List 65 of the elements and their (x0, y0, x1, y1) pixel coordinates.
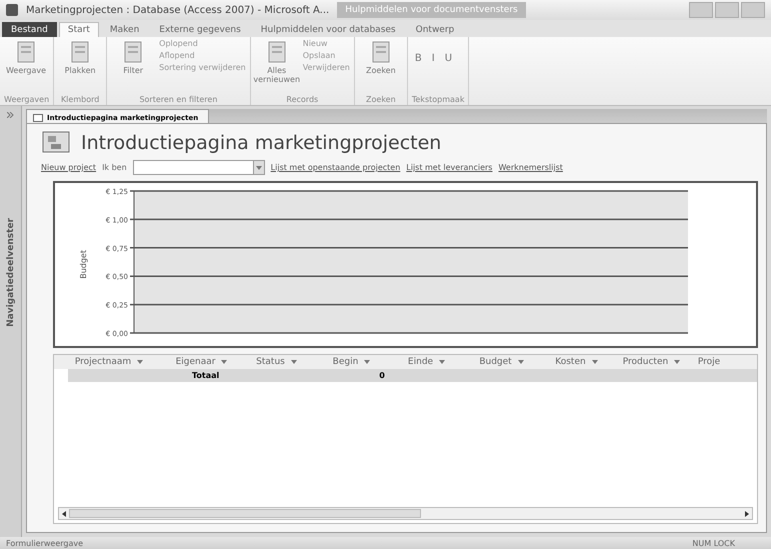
ribbon-button[interactable]: Verwijderen (302, 63, 350, 72)
window-title: Marketingprojecten : Database (Access 2007) - Microsoft A... (26, 4, 330, 16)
column-header[interactable]: Einde (389, 355, 464, 369)
dropdown-icon[interactable] (256, 166, 262, 170)
scroll-thumb[interactable] (69, 509, 421, 518)
field-label: Ik ben (102, 163, 127, 172)
ribbon-button[interactable]: Filter (111, 39, 156, 76)
nav-link[interactable]: Werknemerslijst (498, 163, 563, 172)
expand-icon[interactable] (7, 112, 14, 118)
ribbon-button[interactable]: Zoeken (358, 39, 403, 76)
ribbon-group-label: Sorteren en filteren (138, 94, 218, 105)
status-indicator: NUM LOCK (692, 538, 735, 548)
ribbon-button[interactable]: Aflopend (159, 51, 246, 60)
form-title: Introductiepagina marketingprojecten (81, 132, 442, 154)
nav-link[interactable]: Lijst met leveranciers (406, 163, 492, 172)
format-button[interactable]: I (428, 53, 438, 64)
navigation-pane-label[interactable]: Navigatiedeelvenster (6, 218, 16, 327)
column-header[interactable]: Proje (689, 355, 729, 369)
ribbon-button[interactable]: Opslaan (302, 51, 350, 60)
format-button[interactable]: B (412, 53, 425, 64)
axis-title: Budget (79, 250, 88, 279)
dropdown-icon[interactable] (518, 360, 524, 364)
nav-link[interactable]: Lijst met openstaande projecten (270, 163, 400, 172)
ribbon-button[interactable]: Alles vernieuwen (254, 39, 299, 85)
ribbon-button[interactable]: Oplopend (159, 39, 246, 48)
dropdown-icon[interactable] (290, 360, 297, 364)
context-tab-header: Hulpmiddelen voor documentvensters (337, 2, 526, 18)
column-header[interactable]: Begin (314, 355, 389, 369)
dropdown-icon[interactable] (221, 360, 228, 364)
person-dropdown[interactable] (132, 160, 265, 175)
column-header[interactable]: Status (239, 355, 314, 369)
dropdown-icon[interactable] (674, 360, 680, 364)
column-header[interactable]: Kosten (539, 355, 614, 369)
ribbon-tab[interactable]: Hulpmiddelen voor databases (252, 22, 405, 37)
status-text: Formulierweergave (6, 538, 84, 548)
scroll-left-icon[interactable] (62, 510, 66, 516)
nav-link[interactable]: Nieuw project (41, 163, 96, 172)
ribbon-group-label: Zoeken (365, 94, 397, 105)
ribbon-tab[interactable]: Bestand (2, 22, 57, 37)
ribbon-tab[interactable]: Maken (100, 22, 148, 37)
scroll-right-icon[interactable] (745, 510, 749, 516)
ribbon-tab[interactable]: Ontwerp (406, 22, 464, 37)
column-header[interactable]: Budget (464, 355, 539, 369)
ribbon-tab[interactable]: Externe gegevens (150, 22, 250, 37)
ribbon-button[interactable]: Sortering verwijderen (159, 63, 246, 72)
horizontal-scrollbar[interactable] (58, 507, 753, 520)
ribbon-button[interactable]: Weergave (4, 39, 48, 76)
ribbon-group-label: Weergaven (4, 94, 50, 105)
totals-label: Totaal (192, 371, 220, 380)
ribbon-group-label: Klembord (60, 94, 100, 105)
column-header[interactable]: Projectnaam (54, 355, 164, 369)
dropdown-icon[interactable] (592, 360, 598, 364)
dropdown-icon[interactable] (364, 360, 370, 364)
format-button[interactable]: U (442, 53, 456, 64)
ribbon-button[interactable]: Plakken (58, 39, 102, 76)
ribbon-button[interactable]: Nieuw (302, 39, 350, 48)
app-icon[interactable] (6, 4, 18, 16)
dropdown-icon[interactable] (439, 360, 446, 364)
ribbon-group-label: Tekstopmaak (412, 94, 464, 105)
column-header[interactable]: Producten (614, 355, 689, 369)
ribbon-group-label: Records (285, 94, 320, 105)
dropdown-icon[interactable] (137, 360, 144, 364)
ribbon-tab[interactable]: Start (58, 22, 99, 37)
column-header[interactable]: Eigenaar (164, 355, 239, 369)
totals-count: 0 (379, 371, 385, 380)
